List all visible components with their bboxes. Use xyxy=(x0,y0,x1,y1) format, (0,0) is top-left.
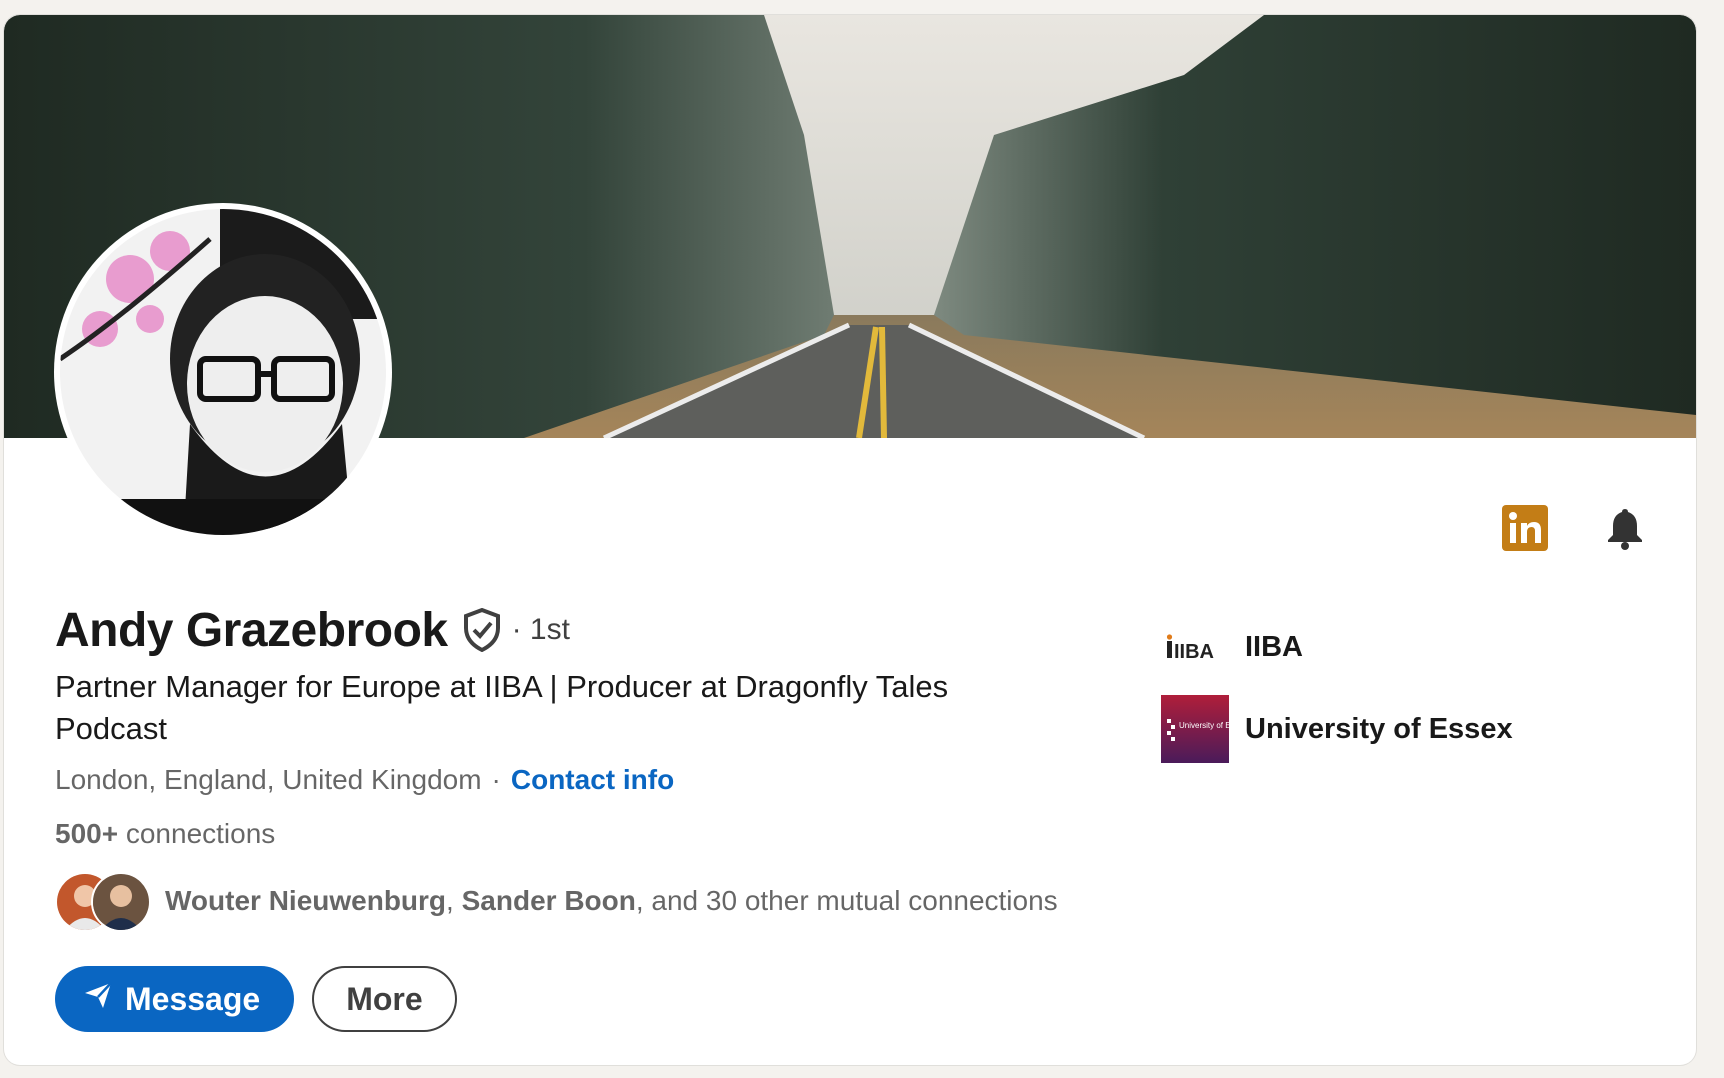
iiba-logo: IIBA xyxy=(1161,613,1229,681)
profile-avatar[interactable] xyxy=(54,203,392,541)
mutual-person-2: Sander Boon xyxy=(461,885,636,916)
org-list: IIBA IIBA University of E University of … xyxy=(1161,613,1513,777)
connection-degree: · 1st xyxy=(511,613,570,646)
org-name-iiba: IIBA xyxy=(1245,630,1303,663)
linkedin-icon[interactable] xyxy=(1502,505,1548,551)
location-row: London, England, United Kingdom · Contac… xyxy=(55,764,1115,796)
more-button[interactable]: More xyxy=(312,966,457,1032)
mutual-text: Wouter Nieuwenburg, Sander Boon, and 30 … xyxy=(165,885,1058,917)
org-name-essex: University of Essex xyxy=(1245,712,1513,745)
org-iiba[interactable]: IIBA IIBA xyxy=(1161,613,1513,681)
mutual-avatar-2 xyxy=(91,872,151,932)
profile-name: Andy Grazebrook xyxy=(55,603,448,657)
contact-info-link[interactable]: Contact info xyxy=(511,764,674,796)
profile-info: Andy Grazebrook · 1st Partner Manager fo… xyxy=(55,600,1115,1032)
separator: · xyxy=(491,764,501,795)
org-essex[interactable]: University of Essex University of Essex xyxy=(1161,695,1513,763)
action-buttons: Message More xyxy=(55,966,1115,1032)
connections-count[interactable]: 500+ connections xyxy=(55,818,1115,850)
bell-icon[interactable] xyxy=(1602,505,1648,551)
send-icon xyxy=(83,980,113,1018)
message-button[interactable]: Message xyxy=(55,966,295,1032)
mutual-avatars xyxy=(55,872,151,932)
message-button-label: Message xyxy=(125,980,261,1017)
iiba-logo-text: IIBA xyxy=(1174,641,1214,662)
mutual-connections[interactable]: Wouter Nieuwenburg, Sander Boon, and 30 … xyxy=(55,872,1115,932)
verified-shield-icon[interactable] xyxy=(462,608,502,652)
essex-logo: University of Essex xyxy=(1161,695,1229,763)
mutual-comma: , xyxy=(446,885,454,916)
profile-card: Andy Grazebrook · 1st Partner Manager fo… xyxy=(4,15,1696,1065)
profile-headline: Partner Manager for Europe at IIBA | Pro… xyxy=(55,669,949,746)
connections-label: connections xyxy=(125,818,276,849)
connections-number: 500+ xyxy=(55,818,119,849)
mutual-rest: , and 30 other mutual connections xyxy=(635,885,1058,916)
top-actions xyxy=(1502,505,1648,551)
mutual-person-1: Wouter Nieuwenburg xyxy=(165,885,447,916)
essex-logo-text: University of Essex xyxy=(1179,721,1229,730)
name-row: Andy Grazebrook · 1st xyxy=(55,600,1115,660)
profile-location: London, England, United Kingdom xyxy=(55,764,482,795)
